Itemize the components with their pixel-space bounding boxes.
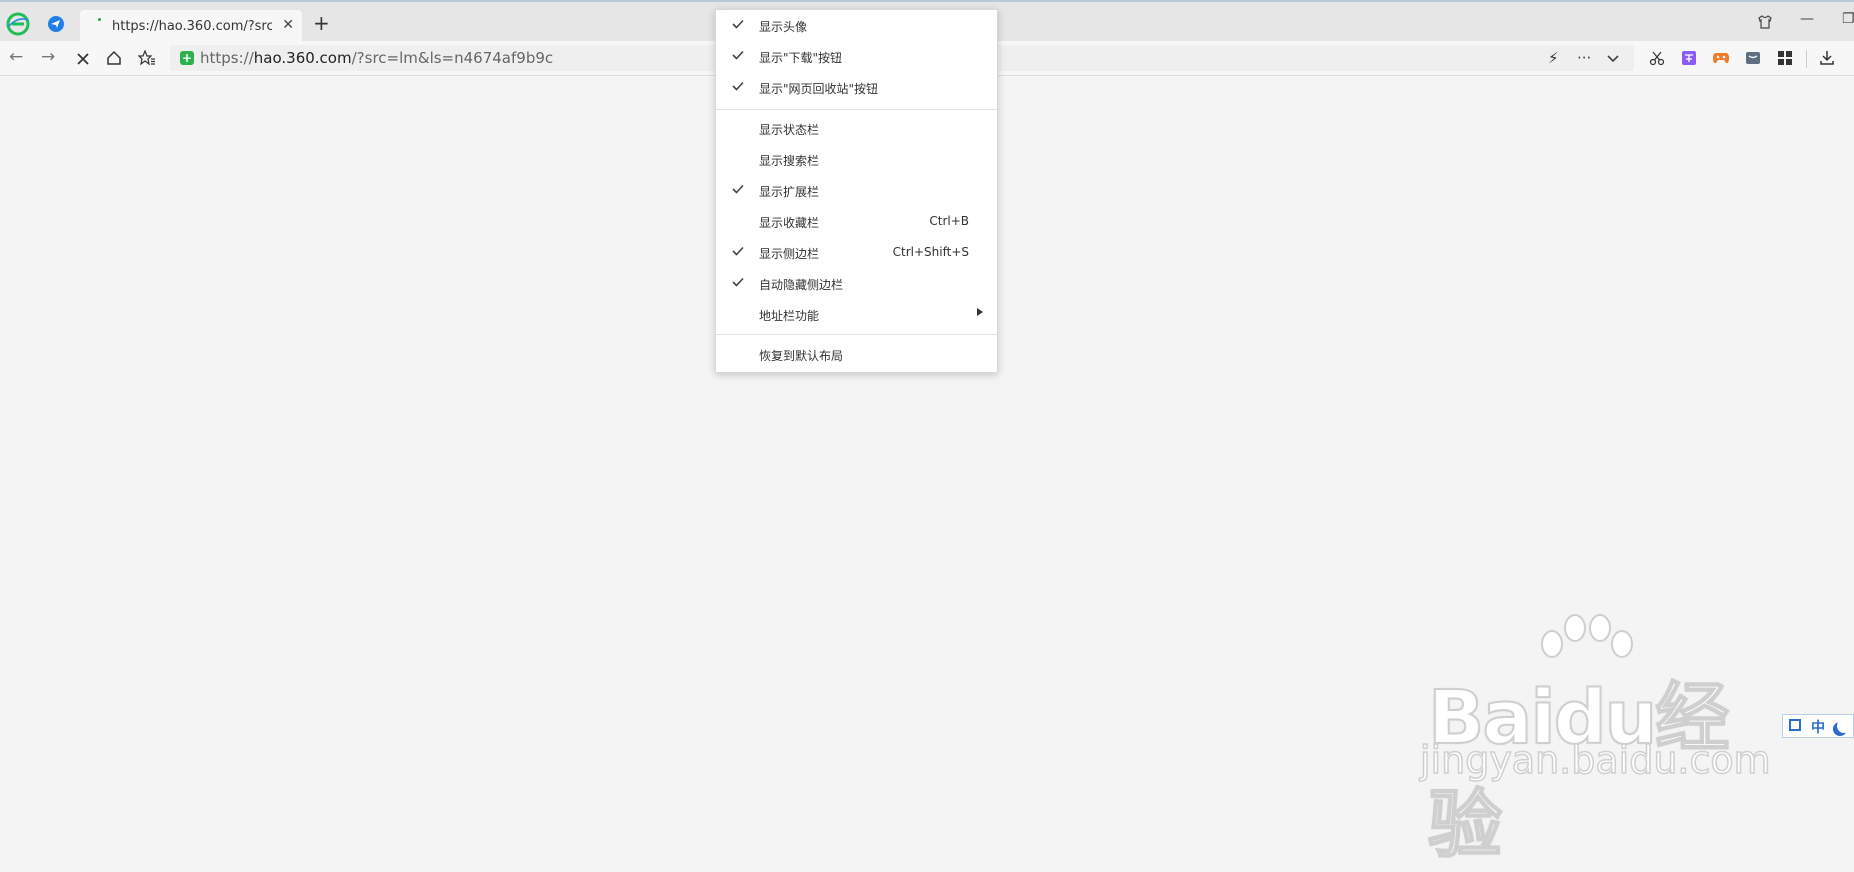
scissors-icon[interactable]: [1648, 49, 1666, 67]
menu-item-label: 显示"下载"按钮: [759, 51, 843, 65]
menu-item-label: 地址栏功能: [759, 309, 820, 323]
layout-context-menu: 显示头像 显示"下载"按钮 显示"网页回收站"按钮 显示状态栏 显示搜索栏 显示…: [715, 9, 998, 373]
back-button[interactable]: ←: [9, 49, 23, 66]
check-icon: [730, 47, 746, 63]
menu-item-show-search-bar[interactable]: 显示搜索栏: [716, 145, 997, 173]
menu-item-show-avatar[interactable]: 显示头像: [716, 11, 997, 39]
translate-icon[interactable]: [1680, 49, 1698, 67]
menu-item-show-download-button[interactable]: 显示"下载"按钮: [716, 42, 997, 70]
browser-logo-icon[interactable]: [6, 12, 30, 36]
menu-item-show-favorites-bar[interactable]: 显示收藏栏 Ctrl+B: [716, 207, 997, 235]
menu-item-shortcut: Ctrl+Shift+S: [892, 245, 969, 259]
menu-item-show-sidebar[interactable]: 显示侧边栏 Ctrl+Shift+S: [716, 238, 997, 266]
home-icon[interactable]: [105, 49, 123, 67]
menu-separator: [716, 334, 997, 335]
check-icon: [730, 243, 746, 259]
menu-item-show-recycle-button[interactable]: 显示"网页回收站"按钮: [716, 73, 997, 101]
more-options-button[interactable]: ···: [1577, 49, 1591, 67]
tab-title: https://hao.360.com/?src=lm&ls=n4674af9b…: [112, 19, 272, 34]
menu-item-label: 恢复到默认布局: [759, 349, 844, 363]
game-controller-icon[interactable]: [1712, 49, 1730, 67]
ime-checkbox-icon[interactable]: [1789, 719, 1801, 731]
menu-item-restore-default-layout[interactable]: 恢复到默认布局: [716, 340, 997, 368]
skin-shirt-icon[interactable]: [1756, 13, 1774, 31]
restore-button[interactable]: ❐: [1842, 11, 1854, 27]
check-icon: [730, 16, 746, 32]
menu-item-label: 显示搜索栏: [759, 154, 820, 168]
moon-icon[interactable]: [1837, 719, 1851, 733]
menu-item-label: 显示侧边栏: [759, 247, 820, 261]
url-text[interactable]: https://hao.360.com/?src=lm&ls=n4674af9b…: [200, 49, 553, 67]
stop-loading-icon[interactable]: [74, 50, 92, 68]
menu-item-auto-hide-sidebar[interactable]: 自动隐藏侧边栏: [716, 269, 997, 297]
menu-item-show-status-bar[interactable]: 显示状态栏: [716, 114, 997, 142]
menu-item-label: 显示扩展栏: [759, 185, 820, 199]
minimize-button[interactable]: —: [1800, 11, 1814, 27]
menu-item-label: 显示收藏栏: [759, 216, 820, 230]
check-icon: [730, 78, 746, 94]
menu-item-address-bar-features[interactable]: 地址栏功能: [716, 300, 997, 328]
menu-item-show-extension-bar[interactable]: 显示扩展栏: [716, 176, 997, 204]
reader-icon[interactable]: [1744, 49, 1762, 67]
secure-shield-icon: +: [180, 51, 194, 65]
ime-status-bar[interactable]: 中: [1782, 714, 1854, 738]
menu-item-label: 显示"网页回收站"按钮: [759, 82, 879, 96]
lightning-icon[interactable]: ⚡: [1548, 49, 1559, 67]
check-icon: [730, 181, 746, 197]
new-tab-button[interactable]: +: [313, 13, 330, 33]
url-scheme: https://: [200, 49, 254, 67]
tab-close-button[interactable]: ✕: [282, 17, 294, 33]
baidu-watermark: Baidu经验 jingyan.baidu.com: [1410, 610, 1771, 869]
menu-separator: [716, 109, 997, 110]
watermark-url: jingyan.baidu.com: [1419, 737, 1771, 783]
menu-item-label: 自动隐藏侧边栏: [759, 278, 844, 292]
download-icon[interactable]: [1818, 49, 1836, 67]
url-host: hao.360.com: [253, 49, 352, 67]
favorites-star-icon[interactable]: [137, 49, 157, 67]
submenu-arrow-icon: [977, 308, 983, 316]
check-icon: [730, 274, 746, 290]
send-icon[interactable]: [46, 14, 66, 34]
forward-button[interactable]: →: [41, 49, 55, 66]
apps-grid-icon[interactable]: [1776, 49, 1794, 67]
menu-item-label: 显示头像: [759, 20, 808, 34]
url-path: /?src=lm&ls=n4674af9b9c: [351, 49, 554, 67]
dropdown-chevron-icon[interactable]: [1606, 52, 1620, 66]
loading-favicon-icon: [98, 18, 101, 21]
browser-tab[interactable]: https://hao.360.com/?src=lm&ls=n4674af9b…: [80, 10, 302, 43]
menu-item-shortcut: Ctrl+B: [929, 214, 969, 228]
menu-item-label: 显示状态栏: [759, 123, 820, 137]
ime-mode-label[interactable]: 中: [1811, 717, 1825, 737]
toolbar-divider: [1806, 50, 1807, 68]
